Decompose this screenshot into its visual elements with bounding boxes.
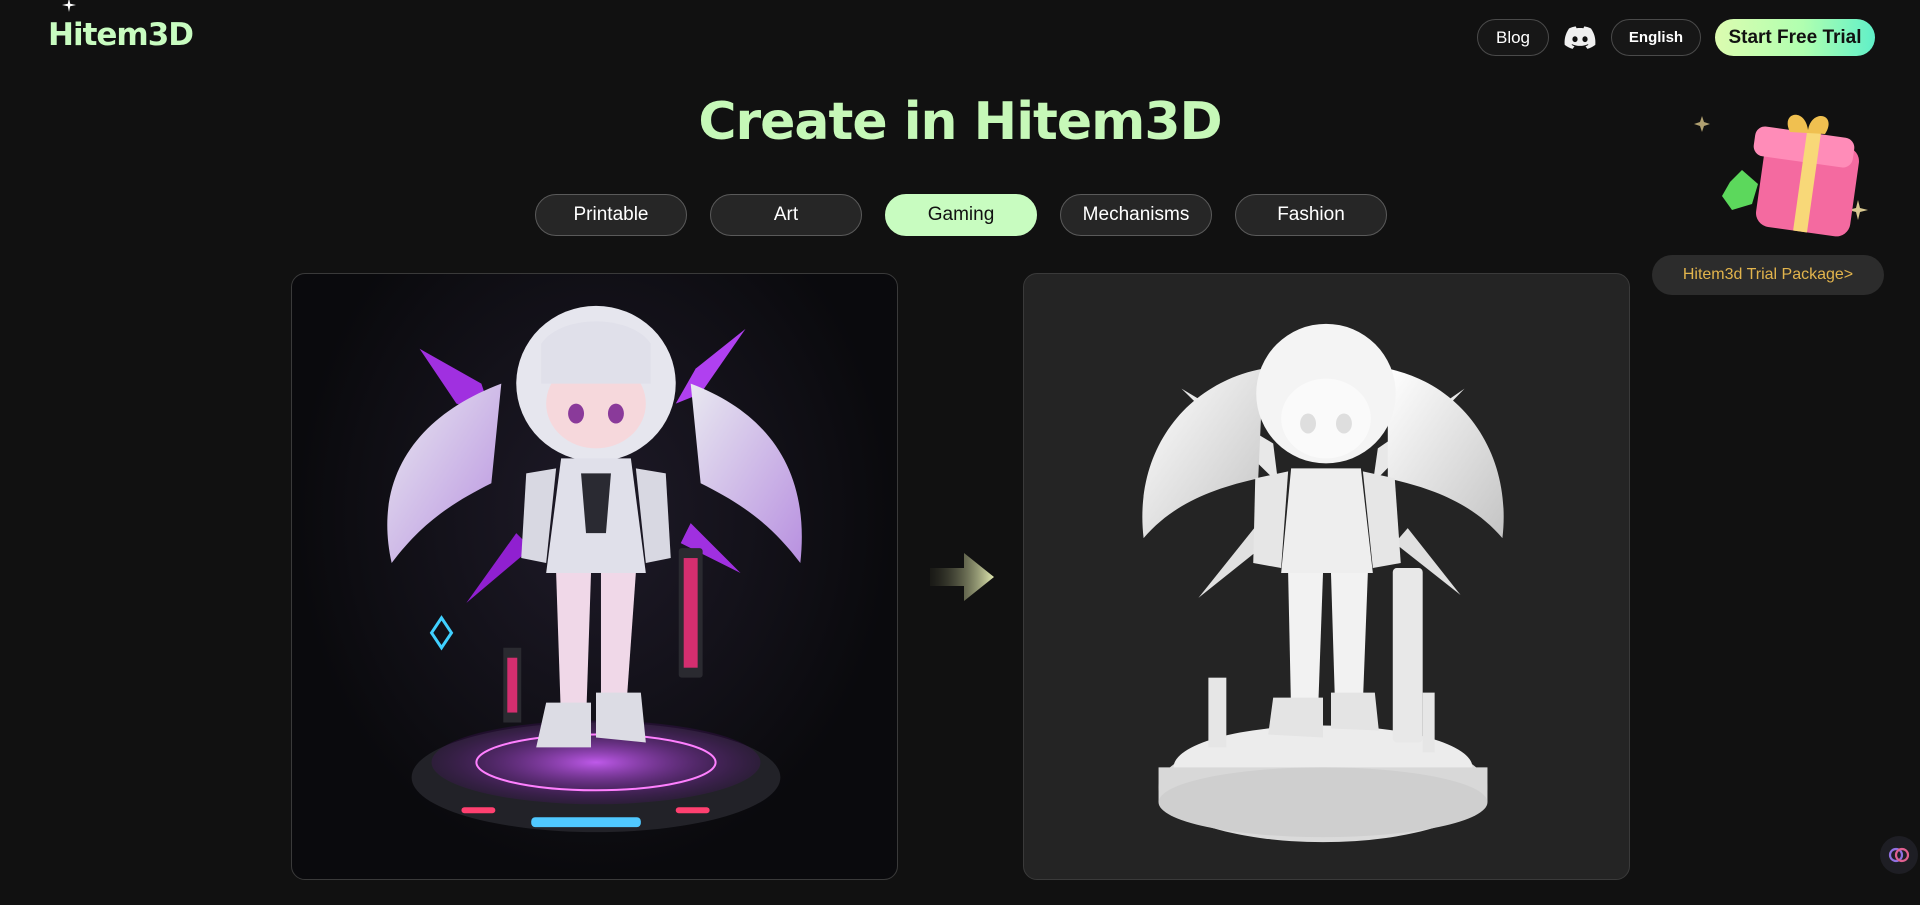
logo-text: Hitem3D: [48, 17, 194, 53]
language-selector[interactable]: English: [1611, 19, 1701, 56]
page-root: Hitem3D Blog English Start Free Trial Cr…: [0, 0, 1920, 905]
start-free-trial-button[interactable]: Start Free Trial: [1715, 19, 1875, 56]
arrow-right-icon: [930, 553, 994, 601]
site-logo[interactable]: Hitem3D: [48, 0, 194, 60]
top-nav: Blog English Start Free Trial: [1477, 19, 1875, 56]
discord-icon[interactable]: [1563, 21, 1597, 55]
tab-art[interactable]: Art: [710, 194, 862, 236]
3d-model-render: [1142, 323, 1504, 843]
assistant-icon[interactable]: [1880, 836, 1918, 874]
source-image-panel: [291, 273, 898, 880]
model-preview-panel: [1023, 273, 1630, 880]
tab-printable[interactable]: Printable: [535, 194, 687, 236]
anime-character-image: [387, 305, 802, 833]
tab-fashion[interactable]: Fashion: [1235, 194, 1387, 236]
page-title: Create in Hitem3D: [698, 92, 1222, 152]
sparkle-icon: [62, 0, 76, 12]
blog-link[interactable]: Blog: [1477, 19, 1549, 56]
trial-package-link[interactable]: Hitem3d Trial Package>: [1652, 255, 1884, 295]
tab-gaming[interactable]: Gaming: [885, 194, 1037, 236]
gift-box-icon[interactable]: [1690, 112, 1870, 242]
tab-mechanisms[interactable]: Mechanisms: [1060, 194, 1212, 236]
category-tabs: Printable Art Gaming Mechanisms Fashion: [535, 194, 1387, 236]
